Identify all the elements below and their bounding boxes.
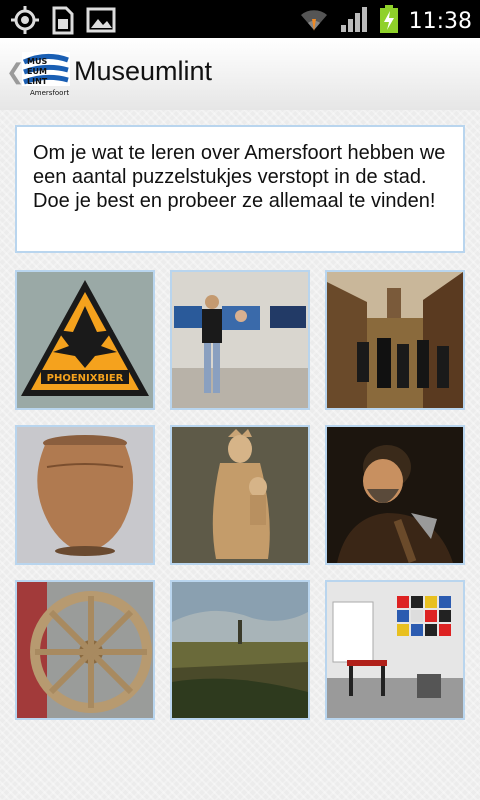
museumlint-logo[interactable]: MUS EUM LINT Amersfoort: [22, 50, 70, 98]
signal-icon: [339, 5, 369, 37]
puzzle-tile-landscape[interactable]: [170, 580, 310, 720]
svg-text:EUM: EUM: [27, 67, 47, 76]
main-content: Om je wat te leren over Amersfoort hebbe…: [0, 110, 480, 800]
puzzle-tile-phoenix-beer[interactable]: PHOENIXBIER: [15, 270, 155, 410]
puzzle-tile-madonna-statue[interactable]: [170, 425, 310, 565]
puzzle-grid: PHOENIXBIER: [15, 270, 465, 720]
app-title: Museumlint: [74, 56, 213, 86]
sd-card-icon: [52, 5, 74, 39]
puzzle-tile-clay-pot[interactable]: [15, 425, 155, 565]
battery-charging-icon: [379, 4, 399, 38]
puzzle-tile-video-installation[interactable]: [170, 270, 310, 410]
tile-label: PHOENIXBIER: [47, 373, 124, 384]
gps-icon: [10, 5, 40, 39]
svg-text:LINT: LINT: [27, 77, 48, 86]
puzzle-tile-portrait-axe[interactable]: [325, 425, 465, 565]
intro-text: Om je wat te leren over Amersfoort hebbe…: [15, 125, 465, 253]
svg-text:MUS: MUS: [27, 57, 47, 66]
clock: 11:38: [408, 8, 472, 34]
image-icon: [86, 5, 116, 39]
puzzle-tile-wagon-wheel[interactable]: [15, 580, 155, 720]
logo-caption: Amersfoort: [30, 89, 69, 97]
status-bar: 11:38: [0, 0, 480, 38]
wifi-icon: [299, 5, 329, 37]
action-bar: ❮ MUS EUM LINT Amersfoort Museumlint: [0, 38, 480, 111]
puzzle-tile-colorful-room[interactable]: [325, 580, 465, 720]
puzzle-tile-street-painting[interactable]: [325, 270, 465, 410]
